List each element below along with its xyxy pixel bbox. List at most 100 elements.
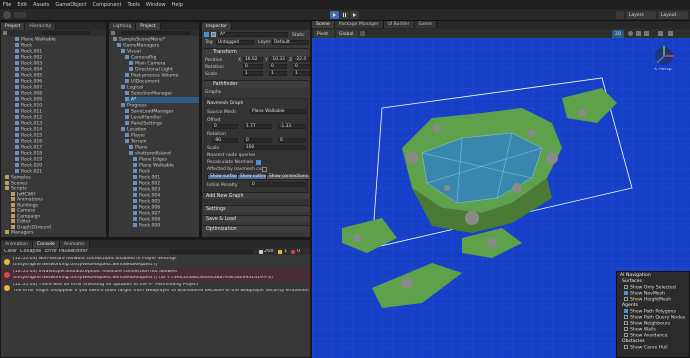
- active-checkbox[interactable]: [211, 32, 216, 37]
- grid-icon[interactable]: [360, 31, 365, 36]
- pivot-dropdown[interactable]: Pivot: [314, 30, 334, 38]
- hierarchy-search-input[interactable]: [121, 31, 191, 35]
- gizmos-icon[interactable]: [668, 31, 673, 36]
- menu-component[interactable]: Component: [93, 2, 122, 8]
- tab-ui-builder[interactable]: UI Builder: [383, 21, 415, 28]
- affected-checkbox[interactable]: [262, 167, 267, 172]
- search-input[interactable]: [41, 31, 91, 35]
- offset-y-field[interactable]: 1.77: [244, 124, 272, 129]
- recalc-normals-checkbox[interactable]: [256, 160, 261, 165]
- err-count[interactable]: 1: [284, 249, 287, 254]
- account-icon[interactable]: [3, 11, 11, 19]
- tab-package-manager[interactable]: Package Manager: [334, 21, 384, 28]
- checkbox[interactable]: [624, 345, 628, 349]
- tab-project[interactable]: Project: [1, 23, 26, 30]
- checkbox[interactable]: [624, 333, 628, 337]
- project-folder[interactable]: Managers: [5, 230, 34, 236]
- hierarchy-item[interactable]: Rock.009: [133, 223, 199, 229]
- tab-scene[interactable]: Scene: [312, 21, 335, 28]
- checkbox[interactable]: [624, 297, 628, 301]
- clear-button[interactable]: Clear: [4, 249, 17, 254]
- show-connections-button[interactable]: Show connections: [266, 174, 310, 180]
- effects-icon[interactable]: [644, 31, 649, 36]
- scene-view[interactable]: < Persp AI Navigation Surfaces Show Only…: [312, 38, 690, 358]
- menu-edit[interactable]: Edit: [17, 2, 27, 8]
- checkbox[interactable]: [624, 285, 628, 289]
- mesh-icon: [15, 43, 19, 47]
- audio-icon[interactable]: [636, 31, 641, 36]
- pathfinder-header[interactable]: Pathfinder: [203, 80, 309, 87]
- editor-dropdown[interactable]: Editor: [73, 249, 88, 254]
- optimization-section[interactable]: Optimization: [203, 225, 309, 232]
- log-count[interactable]: 0: [297, 249, 300, 254]
- layers-dropdown[interactable]: Layers: [626, 11, 656, 19]
- pos-x-field[interactable]: 16.02: [243, 57, 263, 62]
- tab-project-hier[interactable]: Project: [136, 23, 161, 30]
- pos-z-field[interactable]: -22.4: [293, 57, 310, 62]
- error-pause-button[interactable]: Error Pause: [45, 249, 73, 254]
- scl-x-field[interactable]: 1: [243, 71, 263, 76]
- menu-help[interactable]: Help: [172, 2, 183, 8]
- tab-hierarchy[interactable]: Hierarchy: [25, 23, 57, 30]
- warn-count[interactable]: 268: [264, 249, 274, 254]
- search-icon[interactable]: [616, 11, 624, 19]
- menu-tools[interactable]: Tools: [128, 2, 140, 8]
- settings-section[interactable]: Settings: [203, 205, 309, 212]
- tab-animator[interactable]: Animator: [59, 241, 90, 248]
- tab-console[interactable]: Console: [32, 241, 60, 248]
- checkbox[interactable]: [624, 309, 628, 313]
- scl-z-field[interactable]: 1: [293, 71, 310, 76]
- object-name-field[interactable]: A*: [218, 32, 288, 37]
- menu-file[interactable]: File: [3, 2, 11, 8]
- console-search-input[interactable]: [169, 249, 254, 254]
- static-label[interactable]: Static: [292, 33, 305, 38]
- console-entry[interactable]: [12:55:03] There was an error checking f…: [1, 282, 310, 295]
- rot-z-field[interactable]: 0: [293, 64, 310, 69]
- rot-y-field[interactable]: 0: [269, 64, 287, 69]
- navmesh-graph-title[interactable]: Navmesh Graph: [207, 101, 243, 106]
- scl-y-field[interactable]: 1: [269, 71, 287, 76]
- offset-x-field[interactable]: 0: [212, 124, 238, 129]
- initial-penalty-field[interactable]: 0: [250, 182, 306, 187]
- layer-dropdown[interactable]: Default: [272, 40, 309, 45]
- rotation2-z-field[interactable]: 0: [278, 138, 306, 143]
- scale2-field[interactable]: 100: [244, 145, 306, 150]
- collapse-button[interactable]: Collapse: [20, 249, 41, 254]
- tab-inspector[interactable]: Inspector: [202, 23, 232, 30]
- cloud-icon[interactable]: [14, 12, 26, 18]
- checkbox[interactable]: [624, 321, 628, 325]
- tab-lighting[interactable]: Lighting: [109, 23, 137, 30]
- console-entry[interactable]: [12:55:03] InvalidOperationException: In…: [1, 269, 310, 282]
- pos-y-field[interactable]: -10.33: [269, 57, 287, 62]
- play-button[interactable]: [330, 11, 339, 19]
- rotation2-y-field[interactable]: 0: [244, 138, 272, 143]
- menu-gameobject[interactable]: GameObject: [55, 2, 86, 8]
- lighting-icon[interactable]: [628, 31, 633, 36]
- rot-x-field[interactable]: 0: [243, 64, 263, 69]
- checkbox[interactable]: [624, 291, 628, 295]
- source-mesh-field[interactable]: Plane Walkable: [250, 109, 306, 114]
- tab-game[interactable]: Game: [414, 21, 437, 28]
- rotation2-x-field[interactable]: -90: [212, 138, 238, 143]
- nav-option[interactable]: Show Carve Hull: [624, 345, 668, 352]
- transform-header[interactable]: Transform: [203, 48, 309, 55]
- menu-window[interactable]: Window: [146, 2, 166, 8]
- tab-animation[interactable]: Animation: [1, 241, 33, 248]
- offset-z-field[interactable]: -1.33: [278, 124, 306, 129]
- persp-label[interactable]: < Persp: [654, 68, 672, 73]
- plus-icon[interactable]: [111, 31, 115, 35]
- checkbox[interactable]: [624, 327, 628, 331]
- save-load-section[interactable]: Save & Load: [203, 215, 309, 222]
- layout-dropdown[interactable]: Layout: [658, 11, 688, 19]
- camera-icon[interactable]: [658, 31, 663, 36]
- global-dropdown[interactable]: Global: [336, 30, 358, 38]
- tag-dropdown[interactable]: Untagged: [216, 40, 254, 45]
- checkbox[interactable]: [624, 315, 628, 319]
- add-new-graph-button[interactable]: Add New Graph: [203, 192, 309, 199]
- menu-assets[interactable]: Assets: [33, 2, 49, 8]
- toggle-2d-button[interactable]: 2D: [612, 30, 624, 38]
- step-button[interactable]: [350, 11, 359, 19]
- pause-button[interactable]: [340, 11, 349, 19]
- plus-icon[interactable]: [3, 31, 7, 35]
- console-entry[interactable]: [12:55:03] Non-secure network connection…: [1, 256, 310, 269]
